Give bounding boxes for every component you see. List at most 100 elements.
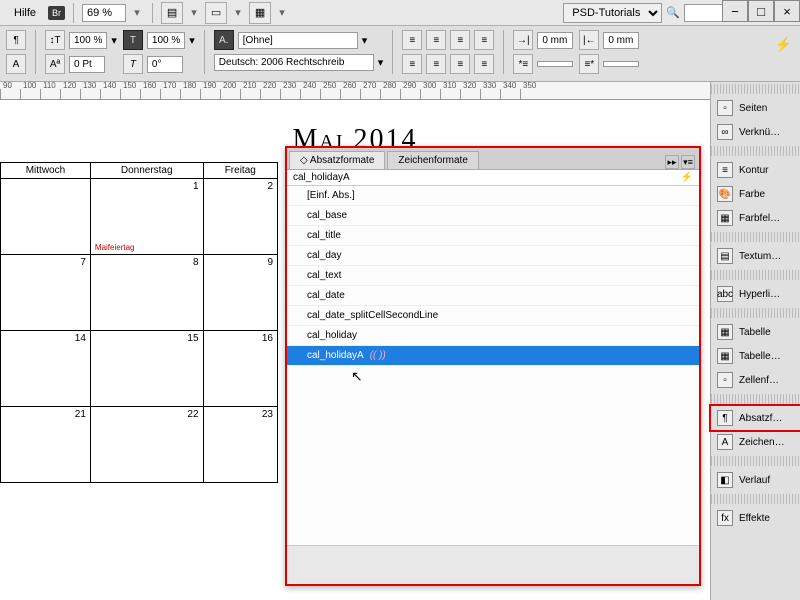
flash-icon: ⚡ — [681, 172, 693, 183]
panel-item-label: Verknü… — [739, 127, 780, 138]
panel-item-tabelle[interactable]: ▦Tabelle — [711, 320, 800, 344]
panel-item-icon: ≡ — [717, 162, 733, 178]
panel-item-label: Kontur — [739, 165, 768, 176]
panel-item-seiten[interactable]: ▫ Seiten — [711, 96, 800, 120]
panel-item-kontur[interactable]: ≡ Kontur — [711, 158, 800, 182]
style-item[interactable]: cal_title — [287, 226, 699, 246]
calendar-cell[interactable] — [1, 179, 91, 255]
zoom-dropdown-icon[interactable]: ▾ — [130, 6, 144, 20]
style-filter[interactable]: cal_holidayA⚡ — [287, 170, 699, 186]
maximize-button[interactable]: □ — [748, 0, 774, 22]
holiday-label: Maifeiertag — [95, 243, 135, 252]
panel-item-effekte[interactable]: fxEffekte — [711, 506, 800, 530]
align-justify-icon[interactable]: ≡ — [474, 30, 494, 50]
panel-item-label: Seiten — [739, 103, 767, 114]
panel-item-farbfel[interactable]: ▦Farbfel… — [711, 206, 800, 230]
indent-last-input[interactable] — [603, 61, 639, 67]
tab-paragraph-styles[interactable]: ◇ Absatzformate — [289, 151, 385, 169]
flash-icon[interactable]: ⚡ — [775, 36, 792, 53]
vscale-icon: T — [123, 30, 143, 50]
style-item[interactable]: cal_text — [287, 266, 699, 286]
bridge-badge-icon[interactable]: Br — [48, 6, 65, 20]
align-right-icon[interactable]: ≡ — [450, 30, 470, 50]
justify-center-icon[interactable]: ≡ — [426, 54, 446, 74]
paragraph-styles-panel: ◇ Absatzformate Zeichenformate ▸▸ ▾≡ cal… — [285, 146, 701, 586]
style-item[interactable]: cal_holidayA(( )) — [287, 346, 699, 366]
arrange-icon[interactable]: ▦ — [249, 2, 271, 24]
align-left-icon[interactable]: ≡ — [402, 30, 422, 50]
panel-item-icon: abc — [717, 286, 733, 302]
panel-item-label: Hyperli… — [739, 289, 780, 300]
panel-item-label: Zeichen… — [739, 437, 785, 448]
hscale-input[interactable]: 100 % — [69, 32, 107, 49]
panel-menu-icon[interactable]: ▾≡ — [681, 155, 695, 169]
calendar-cell[interactable]: 14 — [1, 331, 91, 407]
zoom-level[interactable]: 69 % — [82, 4, 126, 22]
chevron-down-icon[interactable]: ▾ — [275, 6, 289, 20]
calendar-cell[interactable]: 9 — [203, 255, 277, 331]
panel-item-zeichen[interactable]: AZeichen… — [711, 430, 800, 454]
paragraph-icon[interactable]: ¶ — [6, 30, 26, 50]
tab-character-styles[interactable]: Zeichenformate — [387, 151, 478, 169]
calendar-cell[interactable]: 15 — [90, 331, 203, 407]
style-item[interactable]: cal_date — [287, 286, 699, 306]
justify-all-icon[interactable]: ≡ — [474, 54, 494, 74]
panel-item-absatzf[interactable]: ¶Absatzf… — [711, 406, 800, 430]
workspace-select[interactable]: PSD-Tutorials — [563, 3, 662, 23]
indent-last-icon: ≡* — [579, 54, 599, 74]
baseline-input[interactable]: 0 Pt — [69, 56, 105, 73]
character-icon[interactable]: A — [6, 54, 26, 74]
panel-item-icon: ▫ — [717, 100, 733, 116]
align-center-icon[interactable]: ≡ — [426, 30, 446, 50]
calendar-cell[interactable]: 21 — [1, 407, 91, 483]
indent-right-input[interactable]: 0 mm — [603, 32, 639, 49]
chevron-down-icon[interactable]: ▾ — [231, 6, 245, 20]
calendar-cell[interactable]: 1Maifeiertag — [90, 179, 203, 255]
indent-left-input[interactable]: 0 mm — [537, 32, 573, 49]
panel-item-verkn[interactable]: ∞Verknü… — [711, 120, 800, 144]
calendar-cell[interactable]: 23 — [203, 407, 277, 483]
calendar-cell[interactable]: 22 — [90, 407, 203, 483]
vscale-input[interactable]: 100 % — [147, 32, 185, 49]
language-select[interactable]: Deutsch: 2006 Rechtschreib — [214, 54, 374, 71]
justify-right-icon[interactable]: ≡ — [450, 54, 470, 74]
panel-item-verlauf[interactable]: ◧Verlauf — [711, 468, 800, 492]
justify-left-icon[interactable]: ≡ — [402, 54, 422, 74]
charstyle-select[interactable]: [Ohne] — [238, 32, 358, 49]
panel-item-label: Farbfel… — [739, 213, 780, 224]
minimize-button[interactable]: − — [722, 0, 748, 22]
calendar-cell[interactable]: 16 — [203, 331, 277, 407]
panel-item-icon: ▤ — [717, 248, 733, 264]
style-item[interactable]: cal_holiday — [287, 326, 699, 346]
panel-item-zellenf[interactable]: ▫Zellenf… — [711, 368, 800, 392]
screen-mode-icon[interactable]: ▭ — [205, 2, 227, 24]
close-button[interactable]: × — [774, 0, 800, 22]
panel-item-textum[interactable]: ▤ Textum… — [711, 244, 800, 268]
calendar-table: MittwochDonnerstagFreitag 1Maifeiertag27… — [0, 162, 278, 483]
panel-item-icon: ◧ — [717, 472, 733, 488]
view-options-icon[interactable]: ▤ — [161, 2, 183, 24]
panel-item-icon: 🎨 — [717, 186, 733, 202]
chevron-down-icon[interactable]: ▾ — [187, 6, 201, 20]
calendar-cell[interactable]: 7 — [1, 255, 91, 331]
calendar-cell[interactable]: 8 — [90, 255, 203, 331]
style-list[interactable]: [Einf. Abs.]cal_basecal_titlecal_daycal_… — [287, 186, 699, 546]
panel-item-tabelle[interactable]: ▦Tabelle… — [711, 344, 800, 368]
panel-item-label: Absatzf… — [739, 413, 782, 424]
style-item[interactable]: cal_date_splitCellSecondLine — [287, 306, 699, 326]
style-item[interactable]: cal_day — [287, 246, 699, 266]
panel-item-label: Effekte — [739, 513, 770, 524]
panel-collapse-icon[interactable]: ▸▸ — [665, 155, 679, 169]
style-item[interactable]: cal_base — [287, 206, 699, 226]
calendar-cell[interactable]: 2 — [203, 179, 277, 255]
panel-item-label: Textum… — [739, 251, 781, 262]
hscale-icon: ↕T — [45, 30, 65, 50]
panel-item-hyperli[interactable]: abc Hyperli… — [711, 282, 800, 306]
panel-item-farbe[interactable]: 🎨Farbe — [711, 182, 800, 206]
skew-input[interactable]: 0° — [147, 56, 183, 73]
panel-item-label: Tabelle… — [739, 351, 781, 362]
style-item[interactable]: [Einf. Abs.] — [287, 186, 699, 206]
menu-help[interactable]: Hilfe — [6, 4, 44, 22]
indent-first-input[interactable] — [537, 61, 573, 67]
baseline-icon: Aª — [45, 54, 65, 74]
